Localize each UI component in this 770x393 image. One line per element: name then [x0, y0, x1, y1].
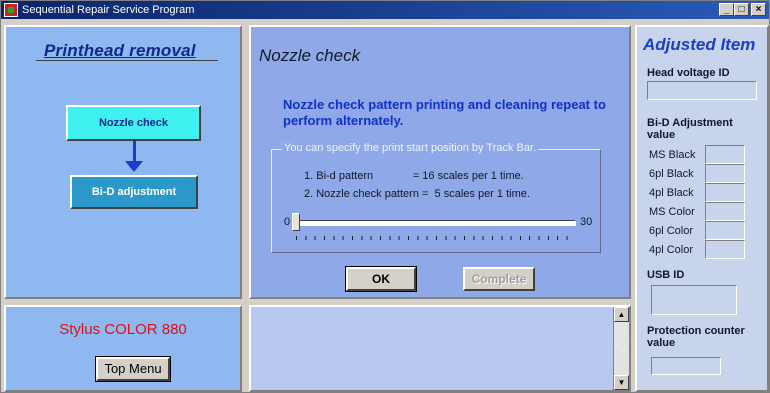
group-label: You can specify the print start position… — [282, 142, 539, 154]
window-title: Sequential Repair Service Program — [22, 4, 195, 16]
bid-row-value — [705, 164, 745, 183]
head-voltage-label: Head voltage ID — [647, 67, 730, 79]
slider-max-label: 30 — [580, 216, 593, 228]
bid-row-label: 4pl Color — [649, 244, 694, 256]
nozzle-check-panel: Nozzle check Nozzle check pattern printi… — [249, 25, 631, 299]
bid-row-value — [705, 221, 745, 240]
slider-track[interactable] — [294, 220, 576, 226]
process-title: Printhead removal — [44, 41, 196, 60]
track-bar-group: You can specify the print start position… — [271, 142, 601, 253]
top-menu-button[interactable]: Top Menu — [95, 356, 171, 382]
bid-row-label: 6pl Color — [649, 225, 694, 237]
complete-button[interactable]: Complete — [463, 267, 535, 291]
bid-row-label: MS Color — [649, 206, 695, 218]
bid-row-value — [705, 145, 745, 164]
close-button[interactable]: × — [751, 3, 766, 16]
protection-counter-field — [651, 357, 721, 375]
bid-row-value — [705, 202, 745, 221]
process-panel: Printhead removal Nozzle check Bi-D adju… — [4, 25, 242, 299]
model-panel: Stylus COLOR 880 Top Menu — [4, 305, 242, 392]
log-panel: ▲ ▼ — [249, 305, 631, 392]
protection-counter-label: Protection counter value — [647, 325, 745, 349]
head-voltage-field — [647, 81, 757, 100]
step-nozzle-check[interactable]: Nozzle check — [66, 105, 201, 141]
bid-row-label: 4pl Black — [649, 187, 694, 199]
pattern-line-2: 2. Nozzle check pattern = 5 scales per 1… — [304, 188, 530, 200]
nozzle-check-title: Nozzle check — [259, 46, 361, 65]
title-divider — [36, 60, 218, 61]
log-scrollbar[interactable]: ▲ ▼ — [613, 307, 629, 390]
log-textarea[interactable] — [253, 309, 611, 388]
app-window: Sequential Repair Service Program _ □ × … — [0, 0, 770, 393]
slider-min-label: 0 — [284, 216, 291, 228]
bid-row-label: MS Black — [649, 149, 696, 161]
bid-adjustment-label: Bi-D Adjustment value — [647, 117, 733, 141]
slider-ticks — [296, 236, 576, 240]
nozzle-check-description: Nozzle check pattern printing and cleani… — [283, 97, 606, 128]
adjusted-item-title: Adjusted Item — [643, 35, 756, 54]
model-name: Stylus COLOR 880 — [59, 321, 187, 338]
down-arrow-icon — [133, 141, 136, 163]
maximize-button[interactable]: □ — [734, 3, 749, 16]
usb-id-label: USB ID — [647, 269, 685, 281]
ok-button[interactable]: OK — [345, 266, 417, 292]
title-bar[interactable]: Sequential Repair Service Program _ □ × — [1, 1, 769, 19]
bid-row-value — [705, 240, 745, 259]
adjusted-item-panel: Adjusted Item Head voltage ID Bi-D Adjus… — [635, 25, 769, 392]
step-bid-adjustment[interactable]: Bi-D adjustment — [70, 175, 198, 209]
slider-thumb[interactable] — [292, 213, 300, 231]
scroll-down-icon[interactable]: ▼ — [614, 375, 629, 390]
scroll-up-icon[interactable]: ▲ — [614, 307, 629, 322]
pattern-line-1: 1. Bi-d pattern = 16 scales per 1 time. — [304, 170, 524, 182]
app-icon — [4, 3, 18, 17]
bid-row-value — [705, 183, 745, 202]
usb-id-field — [651, 285, 737, 315]
arrow-head-icon — [125, 161, 143, 172]
minimize-button[interactable]: _ — [719, 3, 734, 16]
bid-row-label: 6pl Black — [649, 168, 694, 180]
